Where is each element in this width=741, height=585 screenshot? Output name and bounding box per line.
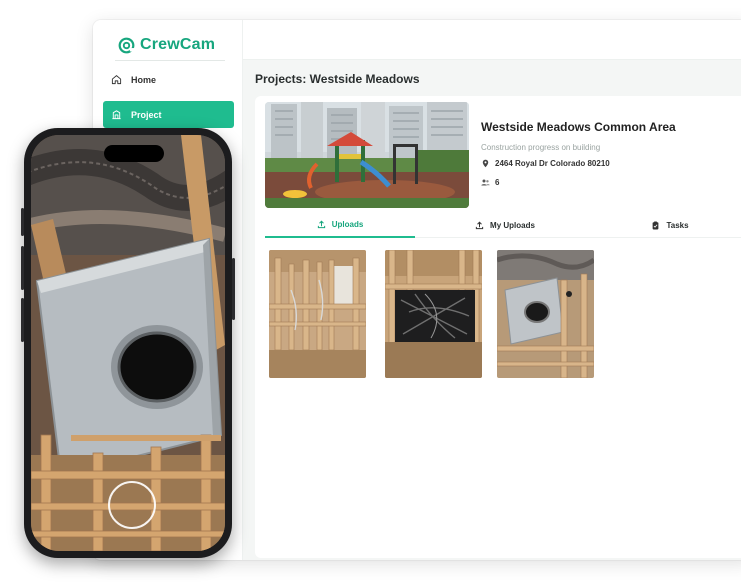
project-hero-image[interactable] (265, 102, 469, 208)
playground-photo (265, 102, 469, 208)
camera-viewfinder[interactable] (31, 135, 225, 551)
phone-device (21, 128, 235, 558)
shutter-button[interactable] (108, 481, 156, 529)
address-text: 2464 Royal Dr Colorado 80210 (495, 159, 610, 168)
clipboard-icon (653, 221, 659, 229)
sidebar-item-home[interactable]: Home (103, 66, 234, 93)
upload-icon (475, 221, 484, 229)
top-bar (243, 20, 741, 60)
main-content: Projects: Westside Meadows Westside Mead… (243, 60, 741, 560)
project-icon (112, 110, 121, 120)
project-address: 2464 Royal Dr Colorado 80210 (481, 159, 610, 168)
marketing-composite: CrewCam Home Project Projects: Westside … (0, 0, 741, 585)
sidebar-item-project[interactable]: Project (103, 101, 234, 128)
members-count: 6 (495, 178, 500, 187)
tab-label: Tasks (666, 220, 689, 230)
phone-power-button (232, 258, 235, 320)
tab-label: My Uploads (490, 220, 535, 230)
home-icon (111, 75, 122, 85)
dynamic-island (104, 145, 164, 162)
tab-label: Uploads (331, 219, 364, 229)
people-icon (481, 179, 490, 186)
crewcam-logo-icon (118, 37, 135, 53)
phone-side-button (21, 208, 24, 236)
upload-icon (317, 220, 325, 228)
phone-side-button (21, 246, 24, 290)
upload-thumbnail[interactable] (269, 250, 366, 378)
project-name: Westside Meadows Common Area (481, 120, 676, 134)
tab-tasks[interactable]: Tasks (595, 212, 741, 238)
upload-thumbnail[interactable] (385, 250, 482, 378)
upload-thumbnail[interactable] (497, 250, 594, 378)
framing-photo (269, 250, 366, 378)
project-members: 6 (481, 178, 499, 187)
sidebar-item-label: Project (131, 109, 162, 120)
electrical-box-photo (385, 250, 482, 378)
project-tabs: Uploads My Uploads Tasks (265, 212, 741, 238)
tab-my-uploads[interactable]: My Uploads (415, 212, 595, 238)
phone-side-button (21, 298, 24, 342)
location-pin-icon (482, 159, 489, 168)
project-description: Construction progress on building (481, 143, 601, 152)
sidebar-item-label: Home (131, 74, 157, 85)
tab-uploads[interactable]: Uploads (265, 212, 415, 238)
brand-name: CrewCam (140, 36, 216, 53)
brand-logo[interactable]: CrewCam (118, 32, 215, 58)
ductwork-photo (497, 250, 594, 378)
page-title: Projects: Westside Meadows (255, 72, 420, 86)
divider (115, 60, 225, 61)
project-card: Westside Meadows Common Area Constructio… (255, 96, 741, 558)
